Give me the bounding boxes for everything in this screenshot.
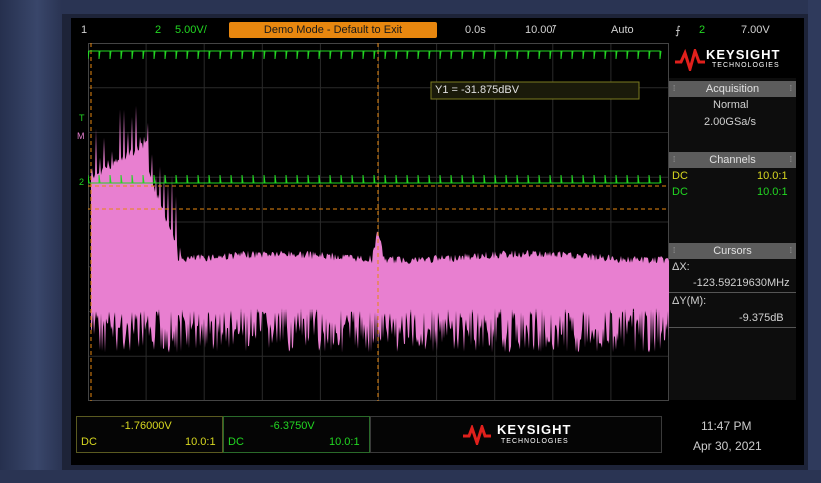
side-panel: KEYSIGHT TECHNOLOGIES ⁞ Acquisition ⁞ No… <box>669 43 796 400</box>
brand-box: KEYSIGHT TECHNOLOGIES <box>370 416 662 453</box>
channel-2-offset-box[interactable]: -6.3750V DC 10.0:1 <box>223 416 370 453</box>
channel-2-scale[interactable]: 5.00V/ <box>175 24 207 36</box>
brand-subtitle: TECHNOLOGIES <box>712 62 780 69</box>
horizontal-delay[interactable]: 0.0s <box>465 24 486 36</box>
bottom-bar: -1.76000V DC 10.0:1 -6.3750V DC 10.0:1 K… <box>71 416 804 465</box>
trigger-edge-icon[interactable]: ⨍ <box>675 24 681 37</box>
brand-name-bottom: KEYSIGHT <box>497 422 572 437</box>
acquisition-mode: Normal <box>713 99 749 111</box>
keysight-wave-icon <box>675 49 705 71</box>
channel-1-number[interactable]: 1 <box>81 24 87 36</box>
brand-name: KEYSIGHT <box>706 47 781 62</box>
channel-2-probe-ratio: 10.0:1 <box>757 186 788 198</box>
delta-x-value: -123.59219630MHz <box>693 277 790 289</box>
acquisition-header[interactable]: ⁞ Acquisition ⁞ <box>669 81 796 97</box>
channel-1-bottom-coupling: DC <box>81 436 97 448</box>
channel-1-coupling: DC <box>672 170 688 182</box>
keysight-wave-icon-bottom <box>463 425 491 445</box>
bezel-left <box>0 0 62 483</box>
channel-1-bottom-ratio: 10.0:1 <box>185 436 216 448</box>
waveform-graticule <box>88 43 669 401</box>
cursor-divider <box>669 292 796 293</box>
trigger-marker[interactable]: T <box>79 113 85 123</box>
bezel-right <box>808 0 821 483</box>
math-marker[interactable]: M <box>77 131 85 141</box>
cursors-title: Cursors <box>713 245 752 257</box>
acquisition-title: Acquisition <box>705 83 760 95</box>
delta-x-label: ΔX: <box>672 261 690 273</box>
cursor-divider-2 <box>669 327 796 328</box>
demo-mode-banner[interactable]: Demo Mode - Default to Exit <box>229 22 437 38</box>
trigger-mode[interactable]: Auto <box>611 24 634 36</box>
cursor-readout: Y1 = -31.875dBV <box>435 84 520 96</box>
delta-y-label: ΔY(M): <box>672 295 707 307</box>
sample-rate: 2.00GSa/s <box>704 116 756 128</box>
channel-1-offset-box[interactable]: -1.76000V DC 10.0:1 <box>76 416 223 453</box>
cursors-header[interactable]: ⁞ Cursors ⁞ <box>669 243 796 259</box>
channels-title: Channels <box>709 154 756 166</box>
channel-2-coupling: DC <box>672 186 688 198</box>
channel-2-number[interactable]: 2 <box>155 24 161 36</box>
trigger-channel[interactable]: 2 <box>699 24 705 36</box>
channel-2-bottom-coupling: DC <box>228 436 244 448</box>
clock-date: Apr 30, 2021 <box>693 439 762 453</box>
status-bar: 1 2 5.00V/ Demo Mode - Default to Exit 0… <box>71 18 804 42</box>
bezel-bottom <box>0 470 821 483</box>
waveform-display[interactable]: Y1 = -31.875dBV T M 2 <box>77 43 669 401</box>
scope-screen: 1 2 5.00V/ Demo Mode - Default to Exit 0… <box>71 18 804 465</box>
channels-header[interactable]: ⁞ Channels ⁞ <box>669 152 796 168</box>
brand-subtitle-bottom: TECHNOLOGIES <box>501 438 569 445</box>
clock-time: 11:47 PM <box>701 419 752 433</box>
channel-1-probe-ratio: 10.0:1 <box>757 170 788 182</box>
channel-2-bottom-ratio: 10.0:1 <box>329 436 360 448</box>
bezel-top <box>0 0 821 14</box>
channel-1-offset: -1.76000V <box>121 420 172 432</box>
keysight-logo: KEYSIGHT TECHNOLOGIES <box>669 43 796 78</box>
trigger-level[interactable]: 7.00V <box>741 24 770 36</box>
channel-2-offset: -6.3750V <box>270 420 315 432</box>
channel-2-marker[interactable]: 2 <box>79 177 84 187</box>
timebase-scale[interactable]: 10.00̃/ <box>525 24 556 36</box>
delta-y-value: -9.375dB <box>739 312 784 324</box>
